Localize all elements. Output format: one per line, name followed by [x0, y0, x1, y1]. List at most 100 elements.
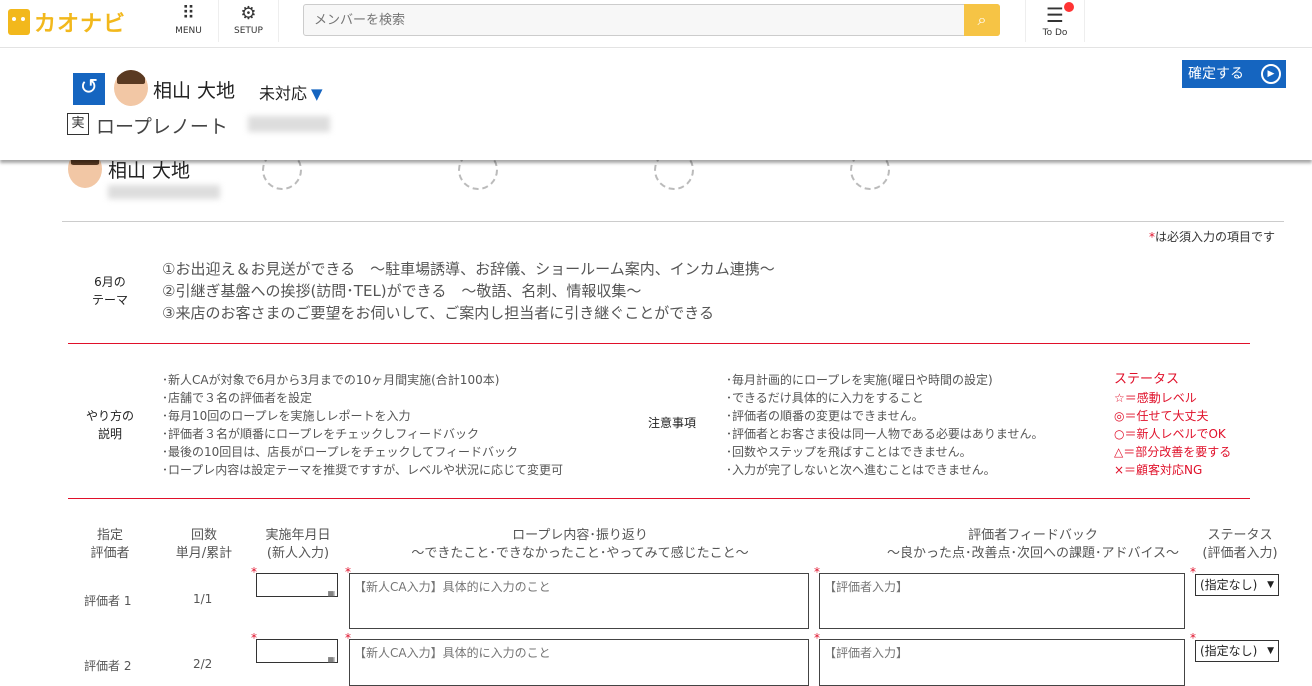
status-legend-item: ◎＝任せて大丈夫 [1114, 409, 1209, 423]
status-legend-item: ☆＝感動レベル [1114, 391, 1197, 405]
caution-line: ･入力が完了しないと次へ進むことはできません。 [726, 463, 996, 477]
note-badge: 実 [67, 113, 89, 135]
caution-line: ･回数やステップを飛ばすことはできません。 [726, 445, 972, 459]
col-header-line: 評価者 [90, 546, 130, 561]
search-input[interactable] [304, 5, 964, 35]
status-legend-title: ステータス [1114, 372, 1180, 387]
todo-button[interactable]: ☰ To Do [1025, 0, 1085, 42]
profile-name: 相山 大地 [108, 160, 191, 182]
row-count: 2/2 [193, 657, 213, 671]
col-header-content: ロープレ内容･振り返り ～できたこと･できなかったこと･やってみて感じたこと～ [350, 527, 810, 563]
blurred-text [108, 185, 220, 199]
content-textarea[interactable] [349, 573, 809, 629]
divider [68, 498, 1250, 499]
theme-line: ②引継ぎ基盤への挨拶(訪問･TEL)ができる ～敬語、名刺、情報収集～ [162, 282, 642, 300]
date-input[interactable] [256, 639, 338, 664]
status-select[interactable]: (指定なし) ▼ [1195, 574, 1279, 596]
avatar [114, 70, 148, 106]
required-note: *は必須入力の項目です [1149, 228, 1275, 245]
chevron-down-icon: ▼ [1267, 580, 1274, 590]
theme-text: ①お出迎え＆お見送ができる ～駐車場誘導、お辞儀、ショールーム案内、インカム連携… [162, 258, 775, 324]
triangle-down-icon: ▼ [311, 85, 323, 103]
divider [62, 221, 1284, 222]
how-line: ･毎月10回のロープレを実施しレポートを入力 [162, 409, 411, 423]
col-header-line: 単月/累計 [175, 546, 233, 561]
setup-button[interactable]: ⚙ SETUP [219, 0, 279, 42]
how-line: ･最後の10回目は、店長がロープレをチェックしてフィードバック [162, 445, 518, 459]
caution-line: ･毎月計画的にロープレを実施(曜日や時間の設定) [726, 373, 993, 387]
confirm-label: 確定する [1188, 66, 1244, 82]
logo-icon [8, 9, 30, 35]
how-label: やり方の 説明 [80, 407, 140, 443]
row-evaluator: 評価者 2 [84, 659, 132, 673]
how-line: ･評価者３名が順番にロープレをチェックしフィードバック [162, 427, 480, 441]
col-header-line: 評価者フィードバック [968, 528, 1098, 543]
confirm-button[interactable]: 確定する ▶ [1182, 60, 1286, 88]
menu-label: MENU [175, 26, 202, 36]
status-dropdown[interactable]: 未対応 ▼ [259, 80, 323, 104]
grid-icon: ⠿ [181, 3, 196, 24]
play-icon: ▶ [1261, 64, 1281, 84]
divider [68, 343, 1250, 344]
search-button[interactable]: ⌕ [964, 4, 1000, 36]
caution-line: ･評価者とお客さま役は同一人物である必要はありません。 [726, 427, 1044, 441]
back-button[interactable]: ↺ [73, 73, 105, 105]
list-icon: ☰ [1046, 3, 1064, 27]
col-header-line: 実施年月日 [265, 528, 331, 543]
status-select-value: (指定なし) [1200, 578, 1258, 592]
note-title: ロープレノート [96, 116, 228, 138]
caution-line: ･評価者の順番の変更はできません。 [726, 409, 924, 423]
status-select[interactable]: (指定なし) ▼ [1195, 640, 1279, 662]
caution-line: ･できるだけ具体的に入力をすること [726, 391, 924, 405]
theme-line: ③来店のお客さまのご要望をお伺いして、ご案内し担当者に引き継ぐことができる [162, 304, 714, 322]
back-arrow-icon: ↺ [79, 75, 99, 100]
col-header-line: ～良かった点･改善点･次回への課題･アドバイス～ [886, 546, 1180, 561]
theme-label-line: テーマ [91, 293, 128, 307]
status-legend-item: △＝部分改善を要する [1114, 445, 1232, 459]
search-icon: ⌕ [977, 10, 987, 29]
feedback-textarea[interactable] [819, 639, 1185, 686]
content-textarea[interactable] [349, 639, 809, 686]
col-header-status: ステータス (評価者入力) [1194, 527, 1286, 563]
theme-label: 6月の テーマ [86, 273, 134, 309]
member-search: ⌕ [303, 4, 1000, 36]
col-header-date: 実施年月日 (新人入力) [256, 527, 340, 563]
theme-label-line: 6月の [94, 275, 126, 289]
status-legend: ステータス ☆＝感動レベル ◎＝任せて大丈夫 ○＝新人レベルでOK △＝部分改善… [1114, 371, 1231, 479]
status-legend-item: ○＝新人レベルでOK [1114, 427, 1226, 441]
caution-text: ･毎月計画的にロープレを実施(曜日や時間の設定) ･できるだけ具体的に入力をする… [726, 371, 1044, 479]
how-label-line: やり方の [85, 409, 134, 423]
col-header-count: 回数 単月/累計 [168, 527, 240, 563]
row-evaluator: 評価者 1 [84, 594, 132, 608]
row-count: 1/1 [193, 592, 213, 606]
required-note-text: は必須入力の項目です [1155, 230, 1276, 244]
menu-button[interactable]: ⠿ MENU [159, 0, 219, 42]
how-line: ･店舗で３名の評価者を設定 [162, 391, 313, 405]
feedback-textarea[interactable] [819, 573, 1185, 629]
person-name: 相山 大地 [153, 80, 236, 102]
col-header-line: ロープレ内容･振り返り [512, 528, 648, 543]
gear-icon: ⚙ [240, 3, 257, 24]
caution-label: 注意事項 [648, 416, 697, 430]
col-header-line: ～できたこと･できなかったこと･やってみて感じたこと～ [411, 546, 749, 561]
col-header-feedback: 評価者フィードバック ～良かった点･改善点･次回への課題･アドバイス～ [820, 527, 1246, 563]
col-header-line: ステータス [1207, 528, 1273, 543]
status-select-value: (指定なし) [1200, 644, 1258, 658]
setup-label: SETUP [234, 26, 263, 36]
col-header-line: 指定 [96, 528, 123, 543]
todo-label: To Do [1042, 28, 1068, 38]
theme-line: ①お出迎え＆お見送ができる ～駐車場誘導、お辞儀、ショールーム案内、インカム連携… [162, 260, 775, 278]
col-header-line: (評価者入力) [1202, 546, 1278, 561]
col-header-evaluator: 指定 評価者 [80, 527, 140, 563]
how-line: ･ロープレ内容は設定テーマを推奨ですすが、レベルや状況に応じて変更可 [162, 463, 564, 477]
col-header-line: 回数 [190, 528, 217, 543]
top-bar: カオナビ ⠿ MENU ⚙ SETUP ⌕ ☰ To Do [0, 0, 1312, 48]
how-text: ･新人CAが対象で6月から3月までの10ヶ月間実施(合計100本) ･店舗で３名… [162, 371, 563, 479]
col-header-line: (新人入力) [266, 546, 330, 561]
how-label-line: 説明 [97, 427, 122, 441]
date-input[interactable] [256, 573, 338, 598]
app-logo[interactable]: カオナビ [8, 6, 126, 38]
blurred-text [248, 116, 330, 132]
how-line: ･新人CAが対象で6月から3月までの10ヶ月間実施(合計100本) [162, 373, 500, 387]
chevron-down-icon: ▼ [1267, 646, 1274, 656]
